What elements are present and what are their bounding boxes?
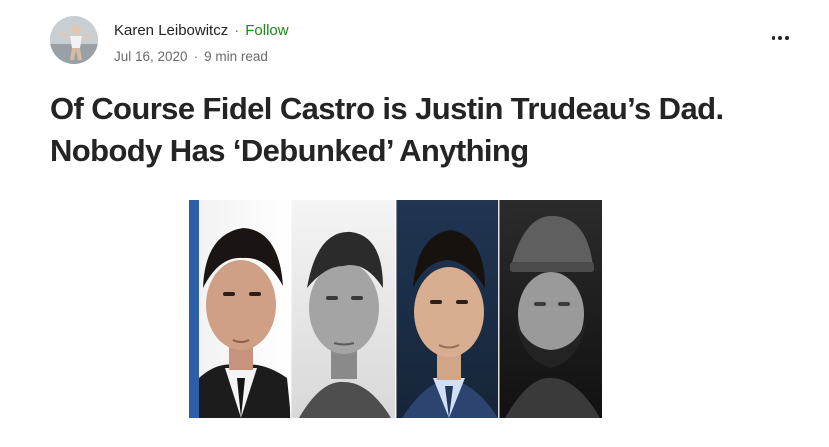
more-horizontal-icon[interactable] — [770, 36, 790, 56]
hero-image — [189, 200, 602, 418]
article-title: Of Course Fidel Castro is Justin Trudeau… — [50, 88, 770, 172]
article-title-line-1: Of Course Fidel Castro is Justin Trudeau… — [50, 91, 724, 126]
author-line: Karen Leibowitcz · Follow — [114, 22, 289, 39]
portrait-1 — [189, 200, 291, 418]
author-avatar[interactable] — [50, 16, 98, 64]
follow-button[interactable]: Follow — [245, 22, 288, 39]
portrait-3 — [396, 200, 499, 418]
meta-separator: · — [193, 49, 199, 64]
hero-portraits-illustration — [189, 200, 602, 418]
author-separator: · — [234, 22, 240, 39]
portrait-4 — [499, 200, 602, 418]
article-title-line-2: Nobody Has ‘Debunked’ Anything — [50, 133, 529, 168]
portrait-2 — [291, 200, 396, 418]
publish-date: Jul 16, 2020 — [114, 49, 188, 64]
avatar-image — [50, 16, 98, 64]
article-header: Karen Leibowitcz · Follow Jul 16, 2020 · 9 m… — [50, 16, 789, 68]
read-time: 9 min read — [204, 49, 268, 64]
article-meta: Jul 16, 2020 · 9 min read — [114, 49, 268, 64]
author-name[interactable]: Karen Leibowitcz — [114, 22, 228, 39]
